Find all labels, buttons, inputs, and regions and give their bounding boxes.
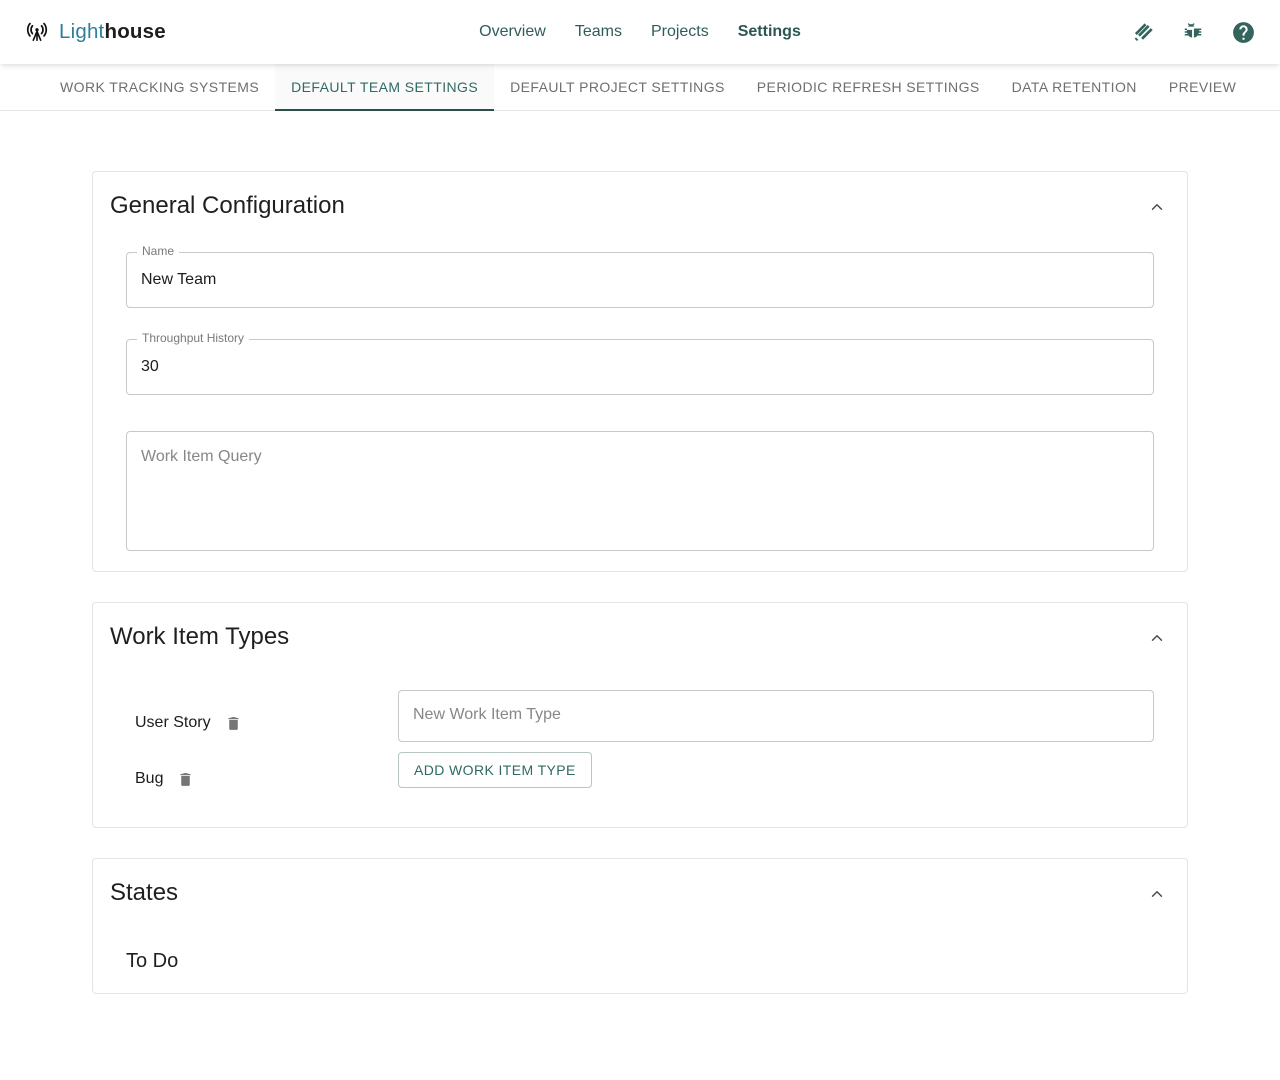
nav-link-overview[interactable]: Overview [479,24,546,40]
work-item-query-field[interactable]: Work Item Query [126,431,1154,552]
nav-link-settings[interactable]: Settings [738,24,801,40]
contribute-hands-icon[interactable] [1130,19,1156,45]
app-header: Lighthouse Overview Teams Projects Setti… [0,0,1280,64]
broadcast-tower-icon [24,19,50,45]
work-item-query-outline [126,431,1154,552]
brand-text-light: Light [59,19,105,43]
chevron-up-icon[interactable] [1144,625,1170,651]
work-item-types-list: User Story Bug [126,690,398,807]
tab-periodic-refresh-settings[interactable]: PERIODIC REFRESH SETTINGS [741,64,996,110]
work-item-type-label: User Story [135,714,211,732]
work-item-types-header: Work Item Types [109,621,1171,652]
work-item-query-placeholder: Work Item Query [141,448,262,466]
add-work-item-type-button[interactable]: ADD WORK ITEM TYPE [398,752,592,789]
work-item-types-add-area: New Work Item Type ADD WORK ITEM TYPE [398,690,1154,807]
nav-link-projects[interactable]: Projects [651,24,709,40]
work-item-types-card: Work Item Types User Story Bug New Work … [92,602,1188,829]
settings-tabs: WORK TRACKING SYSTEMS DEFAULT TEAM SETTI… [0,64,1280,111]
states-card: States To Do [92,858,1188,994]
tab-default-team-settings[interactable]: DEFAULT TEAM SETTINGS [275,64,495,111]
work-item-types-title: Work Item Types [110,623,290,651]
work-item-type-label: Bug [135,770,164,788]
header-actions [1130,19,1256,45]
tab-default-project-settings[interactable]: DEFAULT PROJECT SETTINGS [494,64,741,110]
work-item-type-row: Bug [135,751,398,807]
work-item-types-body: User Story Bug New Work Item Type ADD WO… [109,690,1171,807]
new-work-item-type-input[interactable]: New Work Item Type [398,690,1154,743]
bug-icon[interactable] [1180,19,1206,45]
nav-link-teams[interactable]: Teams [575,24,622,40]
brand-logo[interactable]: Lighthouse [24,19,166,45]
throughput-history-value: 30 [141,358,159,376]
states-header: States [109,877,1171,908]
tab-preview[interactable]: PREVIEW [1153,64,1253,110]
chevron-up-icon[interactable] [1144,194,1170,220]
general-configuration-title: General Configuration [110,192,345,219]
chevron-up-icon[interactable] [1144,881,1170,907]
new-work-item-type-placeholder: New Work Item Type [413,706,561,724]
name-field-value: New Team [141,271,217,289]
brand-text-bold: house [104,19,166,43]
trash-icon[interactable] [175,769,196,790]
help-circle-icon[interactable] [1230,19,1256,45]
states-title: States [110,879,179,907]
state-group-to-do: To Do [126,949,179,972]
states-body: To Do [109,950,1171,973]
settings-content: General Configuration Name New Team Thro… [0,111,1280,994]
name-field[interactable]: Name New Team [126,245,1154,309]
work-item-type-row: User Story [135,695,398,751]
tab-work-tracking-systems[interactable]: WORK TRACKING SYSTEMS [44,64,275,110]
general-configuration-header: General Configuration [109,190,1171,221]
general-configuration-card: General Configuration Name New Team Thro… [92,171,1188,573]
tab-data-retention[interactable]: DATA RETENTION [996,64,1153,110]
brand-text: Lighthouse [59,19,166,43]
throughput-history-field[interactable]: Throughput History 30 [126,332,1154,396]
main-navigation: Overview Teams Projects Settings [0,24,1280,40]
trash-icon[interactable] [223,713,244,734]
